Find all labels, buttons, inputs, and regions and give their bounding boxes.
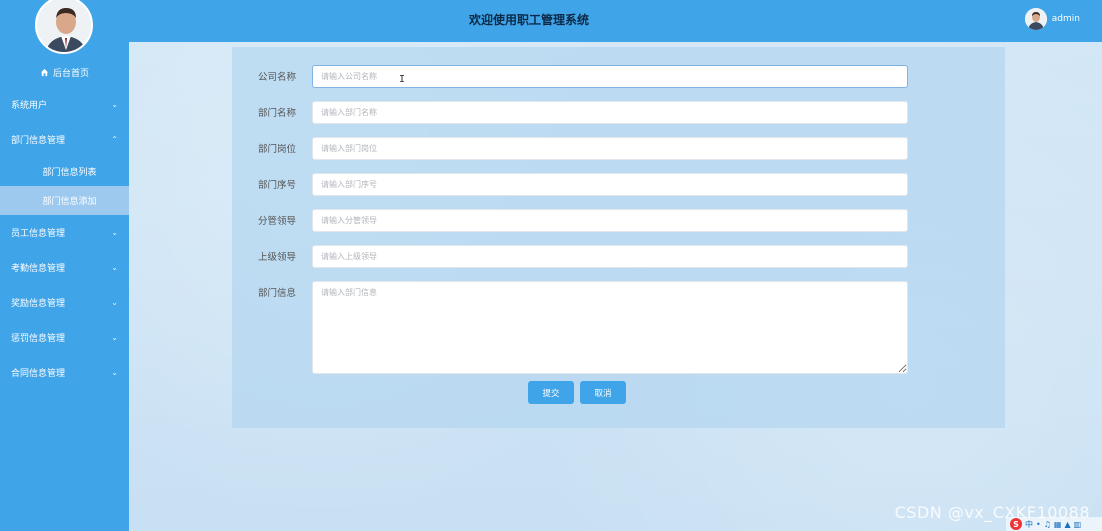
submenu-item-label: 部门信息添加 [42,197,97,207]
sidebar-menu: 系统用户 ⌄ 部门信息管理 ⌃ 部门信息列表 部门信息添加 员工信息管理 ⌄ 考… [0,87,129,390]
department-number-input[interactable] [312,173,908,196]
form-row-dept-position: 部门岗位 [232,137,1005,161]
form-row-supervisor: 分管领导 [232,209,1005,233]
system-tray: S 中 • ♫ ▦ ▲ ▥ [1006,517,1102,531]
microphone-icon[interactable]: ♫ [1044,520,1051,529]
avatar-portrait-icon [37,0,91,52]
chevron-down-icon: ⌄ [111,298,118,307]
superior-input[interactable] [312,245,908,268]
department-info-textarea[interactable] [312,281,908,374]
sidebar-item-penalty[interactable]: 惩罚信息管理 ⌄ [0,320,129,355]
submenu-item-department-add[interactable]: 部门信息添加 [0,186,129,215]
page-title: 欢迎使用职工管理系统 [469,13,590,27]
form-row-company: 公司名称 [232,65,1005,89]
sidebar-item-contract[interactable]: 合同信息管理 ⌄ [0,355,129,390]
sidebar-item-label: 员工信息管理 [11,229,66,239]
chevron-down-icon: ⌄ [111,100,118,109]
form-row-dept-number: 部门序号 [232,173,1005,197]
department-name-input[interactable] [312,101,908,124]
department-name-label: 部门名称 [257,108,296,119]
chevron-up-icon: ⌃ [111,135,118,144]
main-content: 公司名称 部门名称 部门岗位 部门序号 分管领导 上级领导 部门信息 提交 取消 [129,42,1102,531]
sidebar-item-employee[interactable]: 员工信息管理 ⌄ [0,215,129,250]
department-number-label: 部门序号 [257,180,296,191]
sidebar-item-label: 惩罚信息管理 [11,334,66,344]
company-name-label: 公司名称 [257,72,296,83]
avatar [1024,8,1047,30]
sidebar-avatar [35,0,93,54]
chevron-down-icon: ⌄ [111,333,118,342]
sidebar-item-label: 部门信息管理 [11,136,66,146]
department-form: 公司名称 部门名称 部门岗位 部门序号 分管领导 上级领导 部门信息 提交 取消 [232,47,1005,428]
sidebar: 后台首页 系统用户 ⌄ 部门信息管理 ⌃ 部门信息列表 部门信息添加 员工信息管… [0,0,129,531]
sidebar-item-label: 合同信息管理 [11,369,66,379]
home-icon [40,68,49,76]
submit-button[interactable]: 提交 [528,381,574,404]
form-row-superior: 上级领导 [232,245,1005,269]
sidebar-item-attendance[interactable]: 考勤信息管理 ⌄ [0,250,129,285]
chevron-down-icon: ⌄ [111,228,118,237]
sidebar-item-system-users[interactable]: 系统用户 ⌄ [0,87,129,122]
top-header: 欢迎使用职工管理系统 admin [129,0,1102,42]
form-row-dept-info: 部门信息 [232,281,1005,374]
text-cursor-icon: I [399,74,406,85]
department-position-label: 部门岗位 [257,144,296,155]
sidebar-item-reward[interactable]: 奖励信息管理 ⌄ [0,285,129,320]
submenu-item-department-list[interactable]: 部门信息列表 [0,157,129,186]
superior-label: 上级领导 [257,252,296,263]
sidebar-item-label: 系统用户 [11,101,48,111]
sogou-logo-icon[interactable]: S [1010,518,1022,530]
submenu-item-label: 部门信息列表 [42,168,97,178]
grid-icon[interactable]: ▥ [1074,520,1082,529]
keyboard-icon[interactable]: ▦ [1054,520,1062,529]
form-row-dept-name: 部门名称 [232,101,1005,125]
home-label: 后台首页 [52,68,89,79]
department-position-input[interactable] [312,137,908,160]
supervisor-label: 分管领导 [257,216,296,227]
shirt-icon[interactable]: ▲ [1064,520,1070,529]
user-menu[interactable]: admin [1024,7,1080,31]
cancel-button[interactable]: 取消 [580,381,626,404]
ime-language-indicator[interactable]: 中 [1025,519,1033,530]
sidebar-item-label: 奖励信息管理 [11,299,66,309]
avatar-portrait-icon [1024,8,1047,30]
sidebar-item-department[interactable]: 部门信息管理 ⌃ [0,122,129,157]
username: admin [1051,14,1080,24]
home-link[interactable]: 后台首页 [0,64,129,80]
dot-icon: • [1036,519,1041,529]
supervisor-input[interactable] [312,209,908,232]
chevron-down-icon: ⌄ [111,368,118,377]
chevron-down-icon: ⌄ [111,263,118,272]
department-info-label: 部门信息 [257,288,296,299]
sidebar-item-label: 考勤信息管理 [11,264,66,274]
